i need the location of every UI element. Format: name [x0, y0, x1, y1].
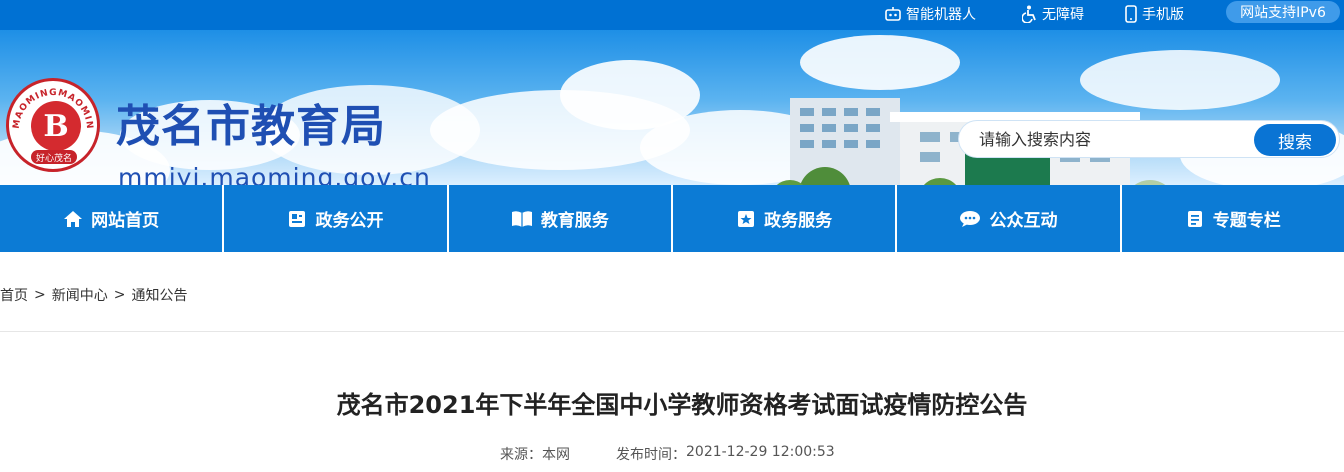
meta-spacer	[570, 444, 616, 464]
wheelchair-icon	[1022, 5, 1036, 23]
date-value: 2021-12-29 12:00:53	[686, 444, 835, 460]
breadcrumb-separator: >	[113, 287, 126, 303]
nav-item-label: 网站首页	[91, 211, 160, 231]
star-bookmark-icon	[738, 210, 755, 227]
accessibility-link[interactable]: 无障碍	[1022, 4, 1084, 24]
breadcrumb-news-center[interactable]: 新闻中心	[52, 285, 108, 305]
search-button[interactable]: 搜索	[1254, 124, 1336, 156]
logo-slogan: 好心茂名	[31, 150, 77, 164]
date-label: 发布时间：	[616, 447, 686, 463]
book-icon	[511, 210, 532, 227]
nav-item-label: 政务公开	[315, 211, 384, 231]
document-icon	[1187, 210, 1202, 227]
mobile-link[interactable]: 手机版	[1124, 4, 1184, 24]
header-banner: MAOMINGMAOMING B 好心茂名 茂名市教育局 mmjyj.maomi…	[0, 30, 1344, 185]
nav-item-home[interactable]: 网站首页	[0, 185, 225, 252]
article-title: 茂名市2021年下半年全国中小学教师资格考试面试疫情防控公告	[336, 391, 1028, 419]
breadcrumb-separator: >	[34, 287, 46, 303]
nav-item-gov-services[interactable]: 政务服务	[673, 185, 898, 252]
chat-bubble-icon	[960, 210, 981, 227]
nav-item-public-interaction[interactable]: 公众互动	[897, 185, 1122, 252]
nav-item-education-services[interactable]: 教育服务	[449, 185, 673, 252]
article-meta: 来源： 本网 发布时间： 2021-12-29 12:00:53	[500, 444, 835, 464]
top-utility-bar: 智能机器人 无障碍 手机版 网站支持IPv6	[0, 0, 1344, 30]
nav-item-label: 政务服务	[764, 211, 833, 231]
site-url: mmjyj.maoming.gov.cn	[118, 163, 431, 185]
bureau-logo: MAOMINGMAOMING B 好心茂名	[6, 78, 100, 172]
breadcrumb-notices[interactable]: 通知公告	[131, 285, 187, 305]
accessibility-label: 无障碍	[1042, 7, 1084, 23]
site-title[interactable]: 茂名市教育局	[116, 102, 386, 152]
nav-item-label: 公众互动	[989, 211, 1058, 231]
breadcrumb-home[interactable]: 首页	[0, 285, 28, 305]
mobile-phone-icon	[1125, 5, 1137, 23]
nav-item-label: 专题专栏	[1212, 211, 1281, 231]
source-label: 来源：	[500, 447, 542, 463]
robot-link[interactable]: 智能机器人	[884, 4, 976, 24]
home-icon	[64, 210, 83, 227]
ipv6-badge: 网站支持IPv6	[1226, 1, 1340, 23]
source-value: 本网	[542, 447, 570, 463]
robot-label: 智能机器人	[906, 7, 976, 23]
id-card-icon	[289, 210, 306, 227]
cloud-decoration	[800, 35, 960, 90]
search-input[interactable]	[979, 127, 1259, 151]
nav-item-label: 教育服务	[540, 211, 609, 231]
mobile-label: 手机版	[1142, 7, 1184, 23]
search-box: 搜索	[958, 120, 1340, 158]
robot-icon	[885, 7, 901, 21]
main-nav: 网站首页 政务公开 教育服务 政务服务 公众互动 专题专栏	[0, 185, 1344, 252]
nav-item-gov-affairs[interactable]: 政务公开	[224, 185, 449, 252]
breadcrumb: 首页 > 新闻中心 > 通知公告	[0, 285, 187, 305]
logo-emblem: B	[31, 101, 81, 151]
divider	[0, 331, 1344, 332]
nav-item-special-topics[interactable]: 专题专栏	[1122, 185, 1344, 252]
